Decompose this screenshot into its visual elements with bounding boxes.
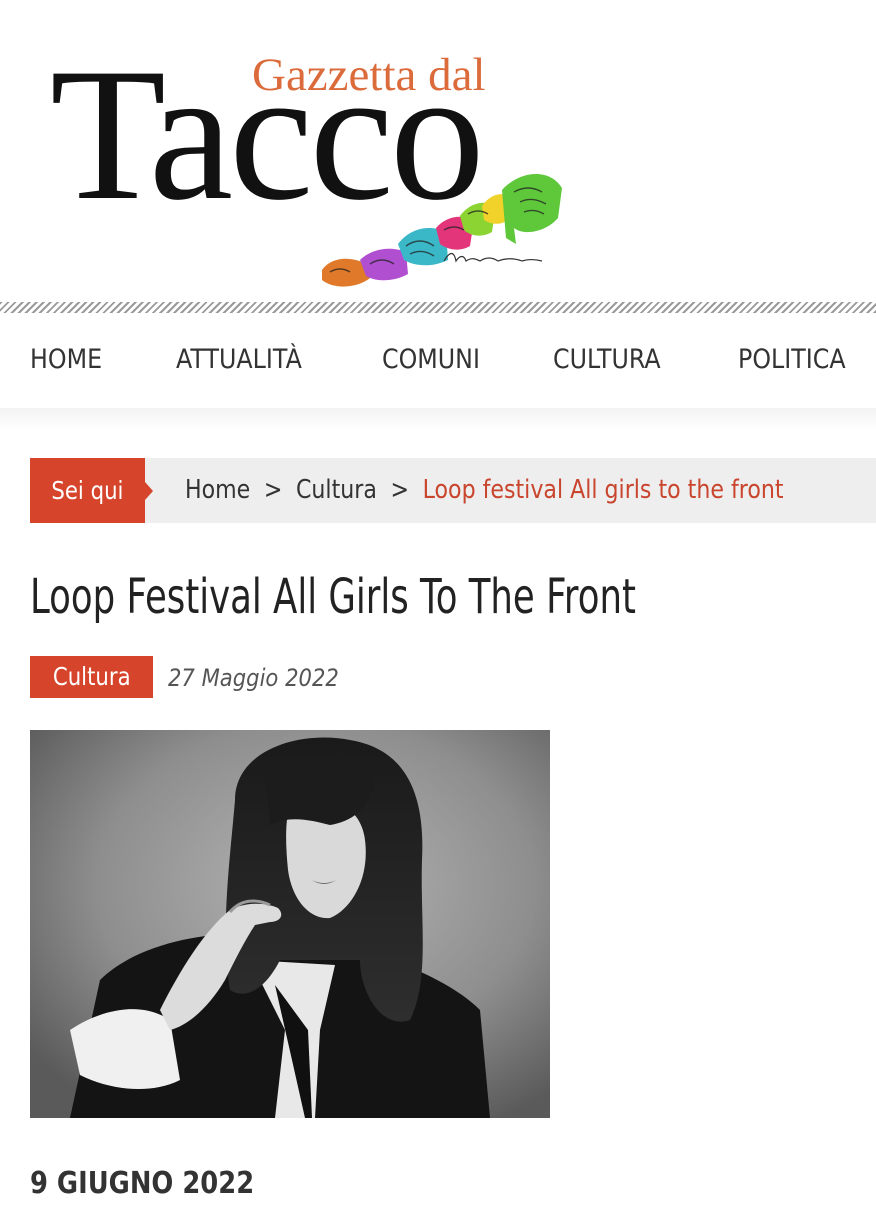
breadcrumb-separator: > bbox=[390, 475, 410, 505]
logo-sub-text: Gazzetta dal bbox=[252, 49, 486, 101]
breadcrumb: Sei qui Home > Cultura > Loop festival All g… bbox=[30, 458, 876, 523]
nav-item-attualita[interactable]: ATTUALITÀ bbox=[176, 343, 302, 377]
signature-icon bbox=[443, 252, 543, 263]
puglia-map-icon bbox=[322, 173, 562, 287]
breadcrumb-arrow-icon bbox=[145, 482, 153, 500]
breadcrumb-cultura-link[interactable]: Cultura bbox=[296, 475, 377, 505]
main-navigation: HOME ATTUALITÀ COMUNI CULTURA POLITICA bbox=[0, 313, 876, 408]
site-logo[interactable]: Tacco Gazzetta dal bbox=[40, 40, 580, 287]
article-date: 27 Maggio 2022 bbox=[168, 664, 339, 692]
breadcrumb-current: Loop festival All girls to the front bbox=[422, 475, 784, 505]
article-photo bbox=[30, 730, 550, 1118]
site-header: Tacco Gazzetta dal bbox=[0, 0, 876, 300]
article-title: Loop Festival All Girls To The Front bbox=[30, 569, 636, 625]
nav-item-comuni[interactable]: COMUNI bbox=[382, 343, 480, 377]
portrait-image bbox=[30, 730, 550, 1118]
nav-shadow bbox=[0, 408, 876, 430]
event-date: 9 GIUGNO 2022 bbox=[30, 1166, 255, 1201]
breadcrumb-prefix: Sei qui bbox=[30, 458, 145, 523]
breadcrumb-separator: > bbox=[263, 475, 283, 505]
breadcrumb-trail: Home > Cultura > Loop festival All girls to … bbox=[185, 458, 784, 523]
header-divider bbox=[0, 302, 876, 313]
category-label: Cultura bbox=[52, 662, 131, 691]
category-badge[interactable]: Cultura bbox=[30, 656, 153, 698]
nav-item-cultura[interactable]: CULTURA bbox=[553, 343, 661, 377]
nav-item-politica[interactable]: POLITICA bbox=[738, 343, 846, 377]
breadcrumb-home-link[interactable]: Home bbox=[185, 475, 250, 505]
nav-item-home[interactable]: HOME bbox=[30, 343, 102, 377]
